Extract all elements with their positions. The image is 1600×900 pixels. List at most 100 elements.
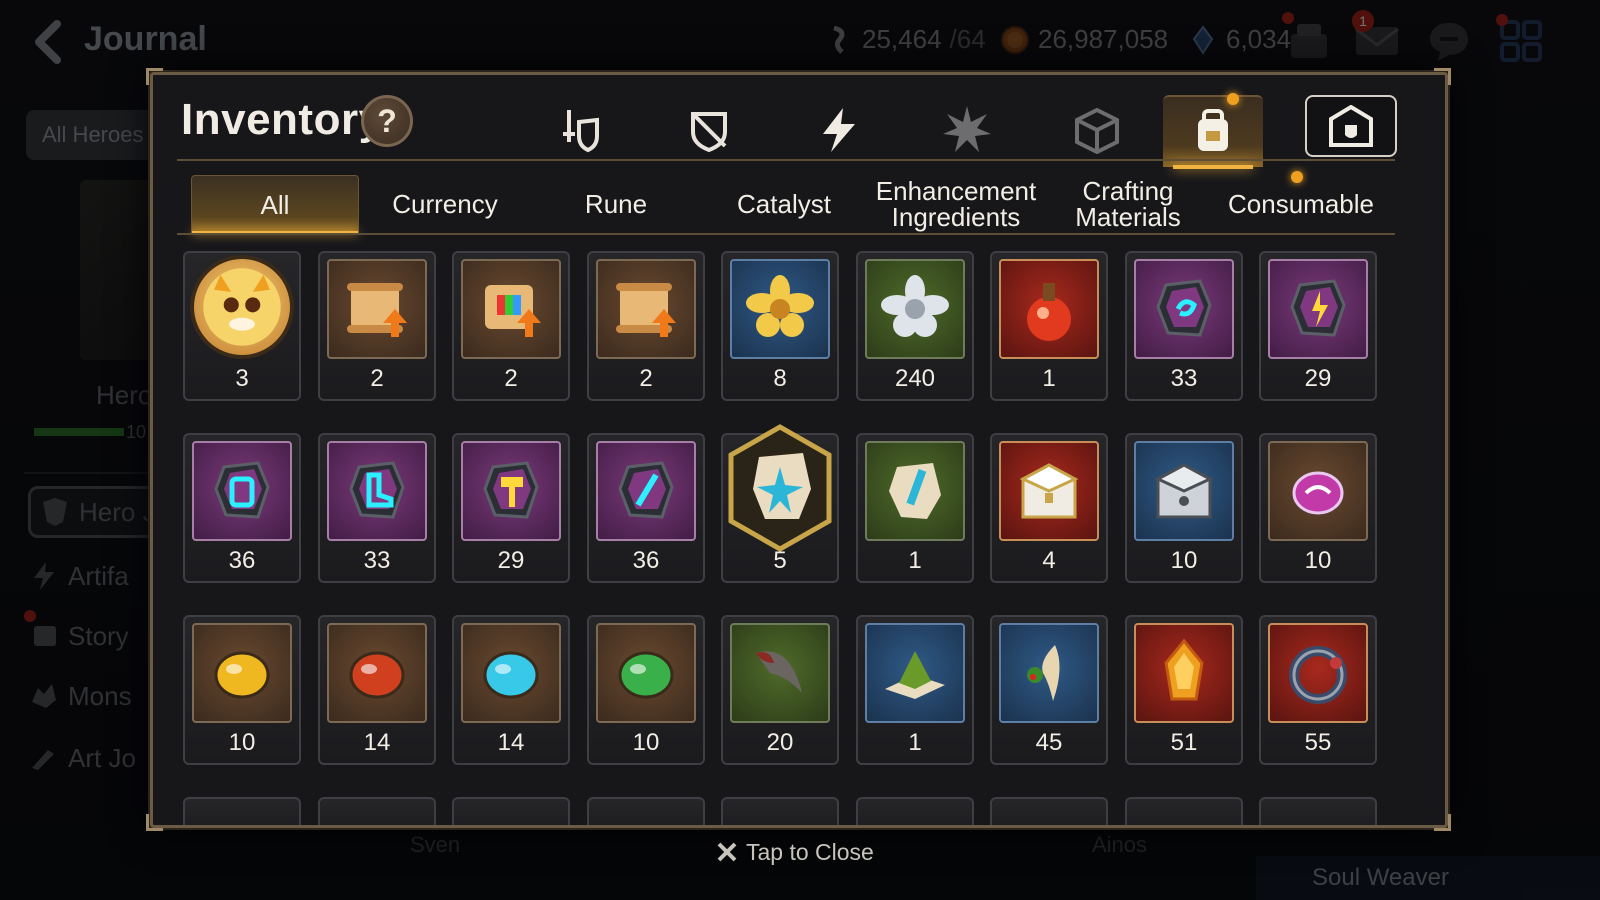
inventory-slot[interactable]: 29 (1259, 251, 1377, 401)
sidebar-item-monster[interactable]: Mons (28, 670, 168, 722)
tab-all[interactable]: All (191, 175, 359, 234)
item-quantity: 14 (363, 729, 391, 756)
inventory-slot[interactable]: 33 (318, 433, 436, 583)
claw-icon (730, 623, 830, 723)
storage-tab[interactable] (1305, 95, 1397, 157)
inventory-slot[interactable]: 55 (1259, 615, 1377, 765)
menu-button[interactable] (1496, 14, 1546, 66)
item-quantity: 5 (773, 547, 787, 574)
tab-catalyst[interactable]: Catalyst (699, 175, 869, 233)
green-gem-icon-graphic (618, 651, 674, 699)
backpack-icon (1198, 109, 1228, 151)
inventory-slot-partial[interactable] (721, 797, 839, 825)
brush-icon (32, 750, 54, 770)
silver-flower-icon-graphic (881, 275, 949, 337)
equipment-tab[interactable] (531, 95, 631, 165)
tab-consumable[interactable]: Consumable (1213, 175, 1389, 233)
inventory-slot[interactable]: 3 (183, 251, 301, 401)
sidebar-item-art-journal[interactable]: Art Jo (28, 732, 168, 784)
tab-currency[interactable]: Currency (357, 175, 533, 233)
screen-title: Journal (84, 20, 207, 58)
rainbow-scroll-upgrade-icon (461, 259, 561, 359)
inventory-slot[interactable]: 2 (587, 251, 705, 401)
material-tab[interactable] (917, 95, 1017, 165)
item-quantity: 8 (773, 365, 787, 392)
inventory-slot[interactable]: 51 (1125, 615, 1243, 765)
grid-menu-icon (1500, 20, 1542, 62)
gold-coin-icon (1001, 25, 1029, 54)
inventory-slot[interactable]: 5 (721, 424, 839, 583)
item-quantity: 55 (1304, 729, 1332, 756)
yellow-gem-icon (192, 623, 292, 723)
inventory-slot[interactable]: 36 (183, 433, 301, 583)
inventory-slot-partial[interactable] (990, 797, 1108, 825)
artifact-tab[interactable] (789, 95, 889, 165)
chat-button[interactable] (1424, 16, 1474, 66)
inventory-slot-partial[interactable] (318, 797, 436, 825)
inventory-slot-partial[interactable] (587, 797, 705, 825)
hero-progress-bar (34, 428, 124, 436)
gold-display[interactable]: 26,987,058 (1000, 24, 1168, 55)
hero-name-ainos: Ainos (1092, 832, 1148, 857)
inventory-slot-partial[interactable] (1125, 797, 1243, 825)
inventory-slot[interactable]: 10 (1125, 433, 1243, 583)
hero-progress-value: 10 (126, 422, 147, 442)
boot-rune-stone-icon-graphic (349, 461, 405, 519)
inventory-slot[interactable]: 1 (990, 251, 1108, 401)
scroll-icon (34, 626, 56, 646)
inventory-slot[interactable]: 33 (1125, 251, 1243, 401)
shop-badge (1282, 12, 1294, 24)
inventory-slot[interactable]: 1 (856, 615, 974, 765)
tab-rune[interactable]: Rune (533, 175, 699, 233)
inventory-slot[interactable]: 240 (856, 251, 974, 401)
inventory-slot[interactable]: 14 (452, 615, 570, 765)
sidebar-item-artifact[interactable]: Artifa (28, 550, 168, 602)
back-button[interactable] (24, 16, 72, 68)
menu-badge (1496, 14, 1508, 26)
broken-equipment-tab[interactable] (659, 95, 759, 165)
mail-button[interactable]: 1 (1352, 10, 1402, 66)
sidebar-item-story[interactable]: Story (24, 610, 168, 662)
hammer-rune-stone-icon (461, 441, 561, 541)
item-quantity: 1 (1042, 365, 1056, 392)
red-potion-icon (999, 259, 1099, 359)
items-tab[interactable] (1163, 93, 1263, 169)
box-tab[interactable] (1047, 95, 1147, 165)
inventory-slot[interactable]: 1 (856, 433, 974, 583)
inventory-slot[interactable]: 14 (318, 615, 436, 765)
inventory-slot[interactable]: 4 (990, 433, 1108, 583)
tab-enhancement-ingredients[interactable]: Enhancement Ingredients (869, 175, 1043, 233)
sidebar-item-label: Hero J (79, 496, 156, 527)
modal-corner (1434, 68, 1451, 85)
blue-gem-icon (461, 623, 561, 723)
stamina-suffix: /64 (949, 24, 986, 54)
shop-button[interactable] (1282, 12, 1334, 66)
inventory-slot-partial[interactable] (1259, 797, 1377, 825)
tap-to-close-button[interactable]: Tap to Close (716, 836, 874, 868)
close-icon (717, 842, 737, 862)
star-stone-badge-icon-graphic (728, 424, 832, 552)
inventory-slot-partial[interactable] (856, 797, 974, 825)
inventory-slot[interactable]: 8 (721, 251, 839, 401)
sidebar-item-hero-journal[interactable]: Hero J (28, 486, 168, 538)
inventory-slot[interactable]: 45 (990, 615, 1108, 765)
crystal-display[interactable]: 6,034 (1188, 24, 1291, 55)
inventory-slot[interactable]: 2 (452, 251, 570, 401)
inventory-slot[interactable]: 29 (452, 433, 570, 583)
inventory-slot-partial[interactable] (183, 797, 301, 825)
swirl-rune-stone-icon-graphic (1156, 279, 1212, 337)
inventory-slot[interactable]: 20 (721, 615, 839, 765)
inventory-slot[interactable]: 10 (1259, 433, 1377, 583)
swirl-rune-stone-icon (1134, 259, 1234, 359)
inventory-slot-partial[interactable] (452, 797, 570, 825)
inventory-slot[interactable]: 2 (318, 251, 436, 401)
stamina-display[interactable]: 25,464/64 (824, 24, 986, 55)
inventory-slot[interactable]: 36 (587, 433, 705, 583)
inventory-slot[interactable]: 10 (587, 615, 705, 765)
gold-flower-icon (730, 259, 830, 359)
inventory-slot[interactable]: 10 (183, 615, 301, 765)
consumable-tab-badge (1291, 171, 1303, 183)
flame-crystal-icon (1134, 623, 1234, 723)
help-button[interactable]: ? (361, 95, 413, 147)
tab-crafting-materials[interactable]: Crafting Materials (1043, 175, 1213, 233)
